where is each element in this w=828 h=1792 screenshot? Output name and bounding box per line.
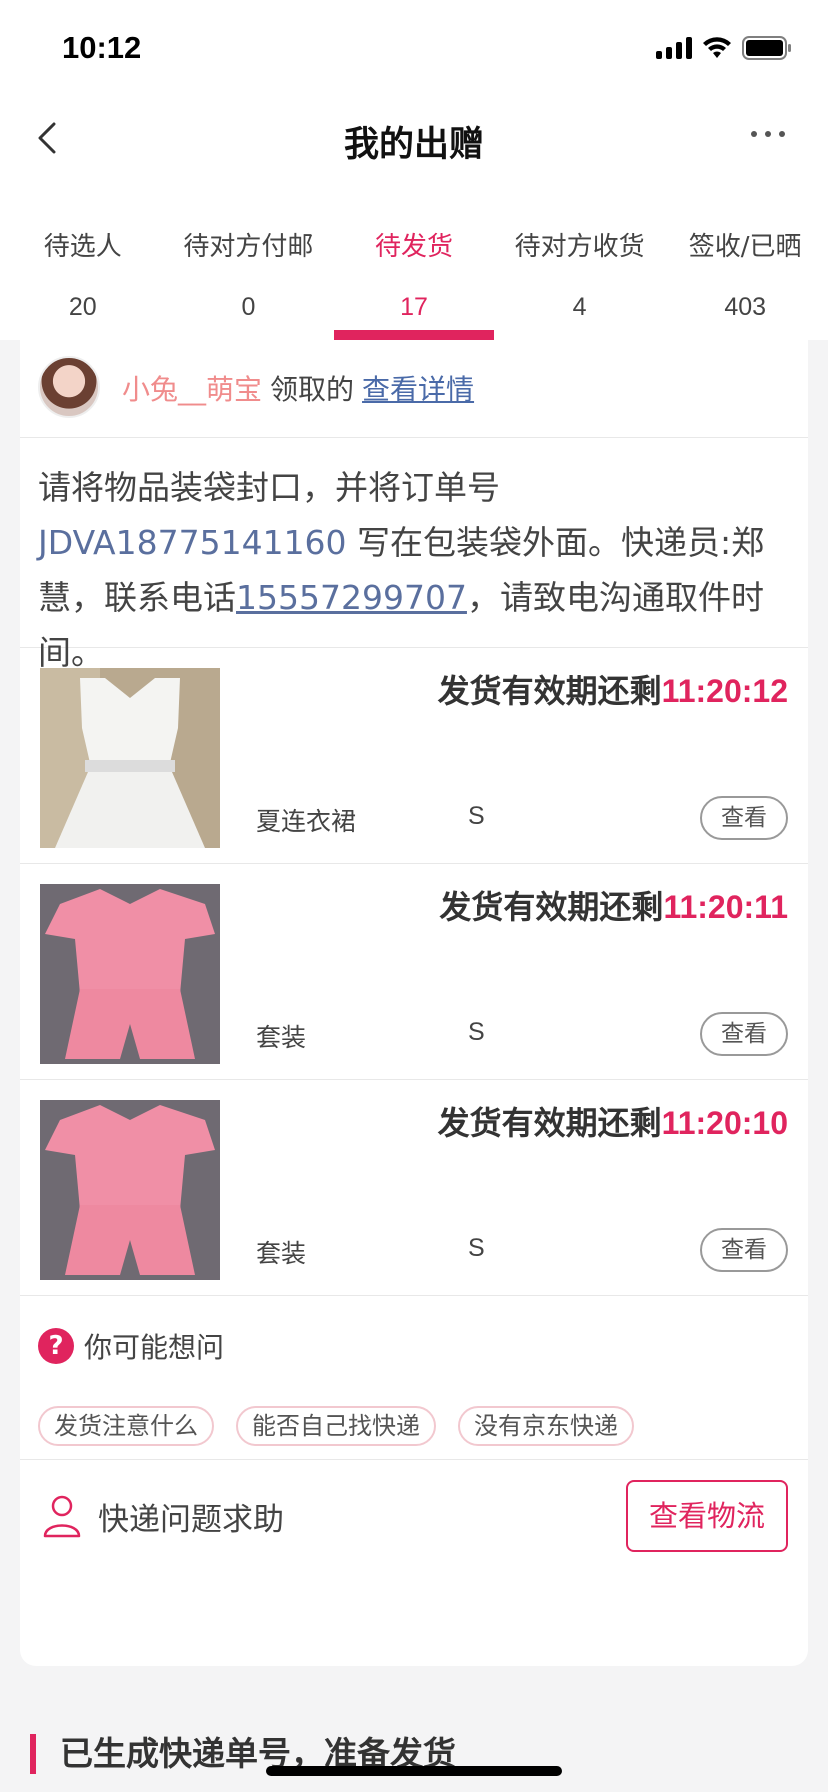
courier-phone-link[interactable]: 15557299707 <box>236 578 467 617</box>
view-item-button[interactable]: 查看 <box>700 1012 788 1056</box>
tab-label: 签收/已晒 <box>688 232 802 262</box>
order-number: JDVA18775141160 <box>38 523 347 562</box>
active-tab-indicator <box>333 330 494 340</box>
deadline-timer: 11:20:10 <box>661 1105 788 1141</box>
person-icon <box>43 1495 81 1538</box>
faq-section: ? 你可能想问 发货注意什么 能否自己找快递 没有京东快递 <box>20 1296 808 1460</box>
status-icons <box>656 36 792 60</box>
battery-icon <box>742 36 792 60</box>
more-dots-icon <box>751 131 785 137</box>
item-name: 套装 <box>256 1023 307 1052</box>
tab-label: 待对方收货 <box>514 232 645 262</box>
status-tabs: 待选人 20 待对方付邮 0 待发货 17 待对方收货 4 签收/已晒 403 <box>0 188 828 340</box>
view-item-button[interactable]: 查看 <box>700 796 788 840</box>
tab-2[interactable]: 待发货 17 <box>331 188 497 340</box>
faq-chip[interactable]: 能否自己找快递 <box>236 1406 436 1446</box>
received-label: 领取的 <box>270 373 355 406</box>
page-title: 我的出赠 <box>343 125 484 165</box>
home-indicator[interactable] <box>266 1766 562 1776</box>
view-logistics-button[interactable]: 查看物流 <box>626 1480 788 1552</box>
ship-deadline: 发货有效期还剩11:20:11 <box>439 882 788 928</box>
deadline-timer: 11:20:11 <box>663 889 788 925</box>
tab-label: 待对方付邮 <box>183 232 314 262</box>
receiver-nickname[interactable]: 小兔__萌宝 <box>122 373 262 406</box>
item-name: 夏连衣裙 <box>256 807 357 836</box>
courier-help-link[interactable]: 快递问题求助 <box>98 1494 284 1539</box>
avatar[interactable] <box>38 356 100 418</box>
tab-label: 待发货 <box>374 232 453 262</box>
deadline-label: 发货有效期还剩 <box>439 888 664 926</box>
nav-bar: 我的出赠 <box>0 88 828 188</box>
ship-deadline: 发货有效期还剩11:20:12 <box>438 666 788 712</box>
order-item: 发货有效期还剩11:20:10 套装 S 查看 <box>20 1080 808 1296</box>
help-section: 快递问题求助 查看物流 <box>20 1460 808 1570</box>
item-size: S <box>468 802 485 830</box>
item-photo[interactable] <box>40 668 220 848</box>
tab-3[interactable]: 待对方收货 4 <box>497 188 663 340</box>
order-card: 小兔__萌宝 领取的 查看详情 请将物品装袋封口，并将订单号 JDVA1877514… <box>20 340 808 1666</box>
tab-0[interactable]: 待选人 20 <box>0 188 166 340</box>
tab-count: 17 <box>400 293 428 321</box>
order-header: 小兔__萌宝 领取的 查看详情 <box>20 340 808 438</box>
item-photo[interactable] <box>40 1100 220 1280</box>
faq-chip[interactable]: 没有京东快递 <box>458 1406 634 1446</box>
item-photo[interactable] <box>40 884 220 1064</box>
order-item: 发货有效期还剩11:20:11 套装 S 查看 <box>20 864 808 1080</box>
tab-1[interactable]: 待对方付邮 0 <box>166 188 332 340</box>
view-item-button[interactable]: 查看 <box>700 1228 788 1272</box>
shipping-notice: 请将物品装袋封口，并将订单号 JDVA18775141160 写在包装袋外面。快… <box>20 438 808 672</box>
order-item: 发货有效期还剩11:20:12 夏连衣裙 S 查看 <box>20 648 808 864</box>
tab-count: 0 <box>241 293 256 321</box>
tab-count: 403 <box>724 293 767 321</box>
status-time: 10:12 <box>62 30 142 65</box>
question-icon: ? <box>38 1328 74 1364</box>
signal-icon <box>656 37 692 59</box>
wifi-icon <box>702 37 732 59</box>
item-name: 套装 <box>256 1239 307 1268</box>
tab-4[interactable]: 签收/已晒 403 <box>662 188 828 340</box>
tab-count: 20 <box>68 293 97 321</box>
view-detail-link[interactable]: 查看详情 <box>362 373 474 406</box>
deadline-label: 发货有效期还剩 <box>437 1104 662 1142</box>
deadline-timer: 11:20:12 <box>661 673 788 709</box>
status-bar: 10:12 <box>0 0 828 88</box>
deadline-label: 发货有效期还剩 <box>437 672 662 710</box>
more-button[interactable] <box>748 124 788 144</box>
notice-text: 请将物品装袋封口，并将订单号 <box>38 468 500 507</box>
tab-label: 待选人 <box>43 232 122 262</box>
tab-count: 4 <box>572 293 587 321</box>
ship-deadline: 发货有效期还剩11:20:10 <box>438 1098 788 1144</box>
faq-chip[interactable]: 发货注意什么 <box>38 1406 214 1446</box>
item-size: S <box>468 1234 485 1262</box>
item-size: S <box>468 1018 485 1046</box>
faq-title: 你可能想问 <box>84 1331 225 1364</box>
